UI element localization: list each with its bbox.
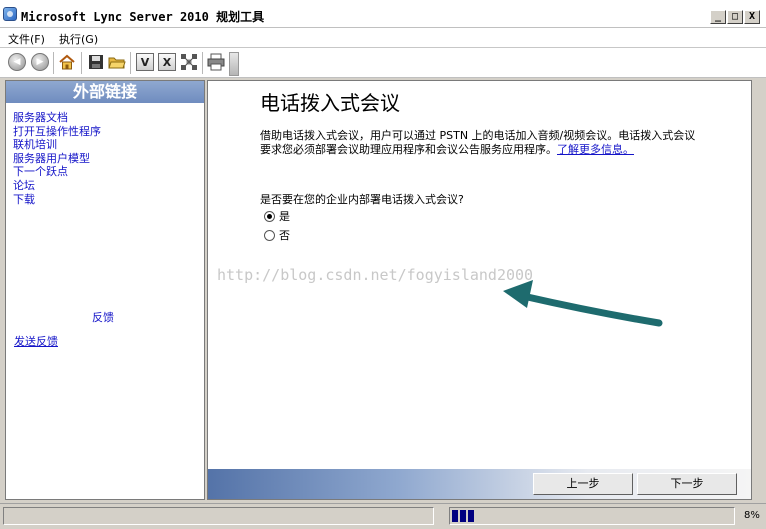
close-button[interactable]: X — [744, 10, 760, 24]
link-next-hop[interactable]: 下一个跃点 — [13, 165, 101, 179]
radio-no[interactable] — [264, 229, 275, 241]
external-links-panel: 外部链接 服务器文档 打开互操作性程序 联机培训 服务器用户模型 下一个跃点 论… — [5, 80, 205, 500]
visio-icon[interactable]: V — [136, 53, 154, 71]
main-content-panel: 电话拨入式会议 借助电话拨入式会议，用户可以通过 PSTN 上的电话加入音频/视… — [207, 80, 752, 500]
print-icon[interactable] — [207, 53, 225, 71]
annotation-arrow — [503, 280, 663, 327]
status-text-area — [3, 507, 434, 525]
toolbar-separator — [130, 52, 131, 74]
toolbar-overflow-grip[interactable] — [229, 52, 239, 76]
back-icon[interactable]: ◀ — [8, 53, 26, 71]
progress-label: 8% — [744, 510, 760, 521]
page-title: 电话拨入式会议 — [260, 91, 400, 115]
link-server-user-model[interactable]: 服务器用户模型 — [13, 152, 101, 166]
feedback-title: 反馈 — [92, 311, 114, 324]
forward-icon[interactable]: ▶ — [31, 53, 49, 71]
menu-file[interactable]: 文件(F) — [8, 31, 45, 47]
link-online-training[interactable]: 联机培训 — [13, 138, 101, 152]
open-folder-icon[interactable] — [108, 53, 126, 71]
toolbar: ◀ ▶ V X — [0, 48, 766, 78]
toolbar-separator — [53, 52, 54, 74]
save-icon[interactable] — [87, 53, 105, 71]
external-links-header: 外部链接 — [6, 81, 204, 103]
option-yes[interactable]: 是 — [264, 208, 290, 224]
radio-yes[interactable] — [264, 210, 275, 222]
menu-run[interactable]: 执行(G) — [59, 31, 98, 47]
status-bar: 8% — [0, 503, 766, 527]
option-no-label: 否 — [279, 229, 290, 242]
previous-button[interactable]: 上一步 — [533, 473, 633, 495]
send-feedback-link[interactable]: 发送反馈 — [14, 333, 58, 349]
progress-bar — [449, 507, 735, 525]
option-yes-label: 是 — [279, 210, 290, 223]
maximize-button[interactable]: □ — [727, 10, 743, 24]
page-description: 借助电话拨入式会议，用户可以通过 PSTN 上的电话加入音频/视频会议。电话拨入… — [260, 129, 705, 157]
progress-fill — [452, 510, 475, 522]
app-icon — [3, 7, 17, 21]
deploy-question: 是否要在您的企业内部署电话拨入式会议? — [260, 193, 464, 206]
topology-icon[interactable] — [180, 53, 198, 71]
learn-more-link[interactable]: 了解更多信息。 — [557, 143, 634, 156]
next-button[interactable]: 下一步 — [637, 473, 737, 495]
link-download[interactable]: 下载 — [13, 193, 101, 207]
minimize-button[interactable]: _ — [710, 10, 726, 24]
link-forum[interactable]: 论坛 — [13, 179, 101, 193]
external-links-list: 服务器文档 打开互操作性程序 联机培训 服务器用户模型 下一个跃点 论坛 下载 — [13, 111, 101, 206]
option-no[interactable]: 否 — [264, 227, 290, 243]
menu-bar: 文件(F) 执行(G) — [0, 28, 766, 48]
excel-icon[interactable]: X — [158, 53, 176, 71]
link-interop-program[interactable]: 打开互操作性程序 — [13, 125, 101, 139]
link-server-docs[interactable]: 服务器文档 — [13, 111, 101, 125]
title-bar: Microsoft Lync Server 2010 规划工具 _ □ X — [0, 0, 766, 28]
toolbar-separator — [81, 52, 82, 74]
navigation-bar: 上一步 下一步 — [208, 469, 751, 499]
toolbar-separator — [202, 52, 203, 74]
window-title: Microsoft Lync Server 2010 规划工具 — [21, 10, 265, 24]
watermark-text: http://blog.csdn.net/fogyisland2000 — [217, 266, 534, 284]
home-icon[interactable] — [58, 53, 76, 71]
